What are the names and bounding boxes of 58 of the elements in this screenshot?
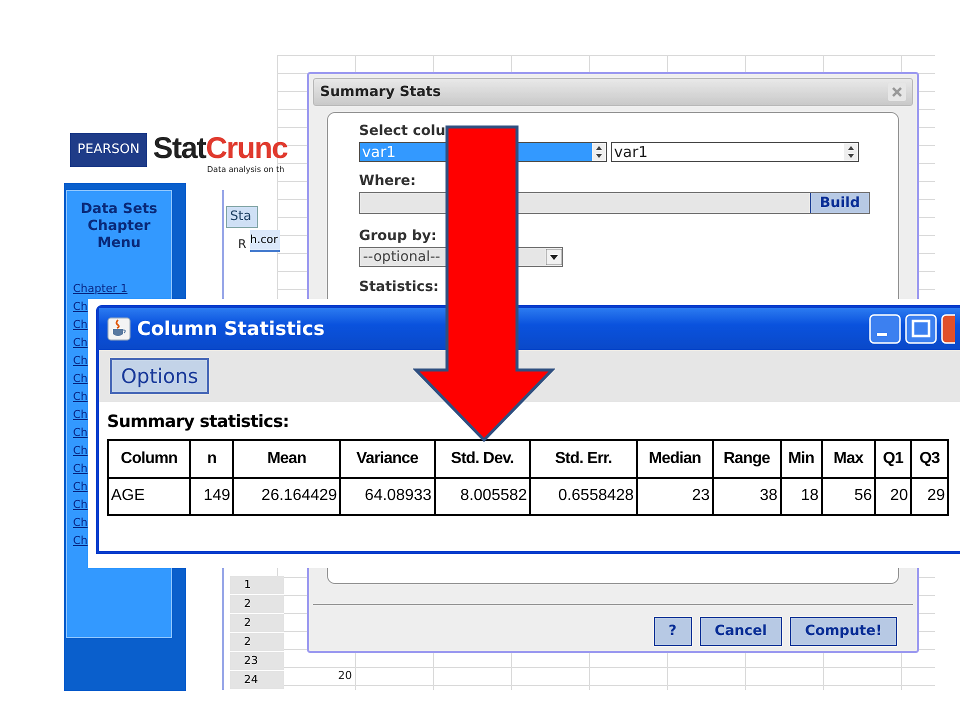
column-header: Mean [233, 440, 340, 478]
column-header: Column [108, 440, 190, 478]
column-header: Std. Err. [530, 440, 637, 478]
column-header: Min [780, 440, 822, 478]
field-label: Group by: [359, 227, 437, 246]
table-cell: 56 [822, 478, 876, 514]
options-button[interactable]: Options [110, 358, 210, 394]
column-select[interactable]: var1 [611, 142, 859, 162]
dropdown-caret-icon[interactable] [546, 249, 562, 265]
row-number: 2 [230, 614, 284, 633]
column-header: Variance [340, 440, 435, 478]
field-label: Where: [359, 172, 416, 191]
table-cell: 23 [636, 478, 713, 514]
sheet-tab[interactable]: Sta [226, 206, 258, 228]
chapter-link[interactable]: Chapter 1 [73, 280, 128, 298]
table-cell: 0.6558428 [530, 478, 637, 514]
table-cell: 8.005582 [434, 478, 530, 514]
row-number: 1 [230, 576, 284, 595]
dialog-button[interactable]: Compute! [790, 617, 897, 646]
spinner-icon[interactable] [592, 143, 606, 161]
build-button[interactable]: Build [810, 193, 869, 213]
table-cell: 18 [780, 478, 822, 514]
cup-icon [107, 317, 131, 341]
column-header: Q3 [910, 440, 948, 478]
row-number: 23 [230, 652, 284, 671]
window-title: Column Statistics [137, 316, 325, 342]
table-cell: 64.08933 [340, 478, 435, 514]
column-header: Q1 [875, 440, 911, 478]
field-label: Select colu [359, 122, 446, 141]
dialog-title: Summary Stats [320, 82, 441, 102]
logo-tagline: Data analysis on th [207, 165, 286, 175]
table-cell: 149 [190, 478, 234, 514]
column-header: Max [822, 440, 876, 478]
url-bar: h.cor [250, 230, 280, 252]
dialog-button[interactable]: ? [654, 617, 692, 646]
column-header: Median [636, 440, 713, 478]
minimize-icon[interactable] [869, 314, 901, 344]
maximize-icon[interactable] [905, 314, 937, 344]
row-number: 24 [230, 671, 284, 690]
row-number: 2 [230, 633, 284, 652]
table-cell-text: 20 [338, 668, 352, 684]
table-cell: 38 [712, 478, 781, 514]
dialog-button[interactable]: Cancel [700, 617, 782, 646]
logo-wordmark: StatCrunc [153, 133, 288, 165]
column-header: Std. Dev. [434, 440, 530, 478]
column-header: R [238, 236, 246, 253]
table-cell: AGE [108, 478, 190, 514]
table-cell: 29 [910, 478, 948, 514]
row-number: 2 [230, 595, 284, 614]
field-label: Statistics: [359, 278, 439, 297]
section-heading: Summary statistics: [107, 411, 290, 434]
column-header: Range [712, 440, 781, 478]
table-cell: 20 [875, 478, 911, 514]
table-cell: 26.164429 [233, 478, 340, 514]
spinner-icon[interactable] [844, 143, 858, 161]
column-header: n [190, 440, 234, 478]
logo-badge: PEARSON [70, 133, 147, 167]
sidebar-title: Data Sets Chapter Menu [80, 201, 158, 252]
